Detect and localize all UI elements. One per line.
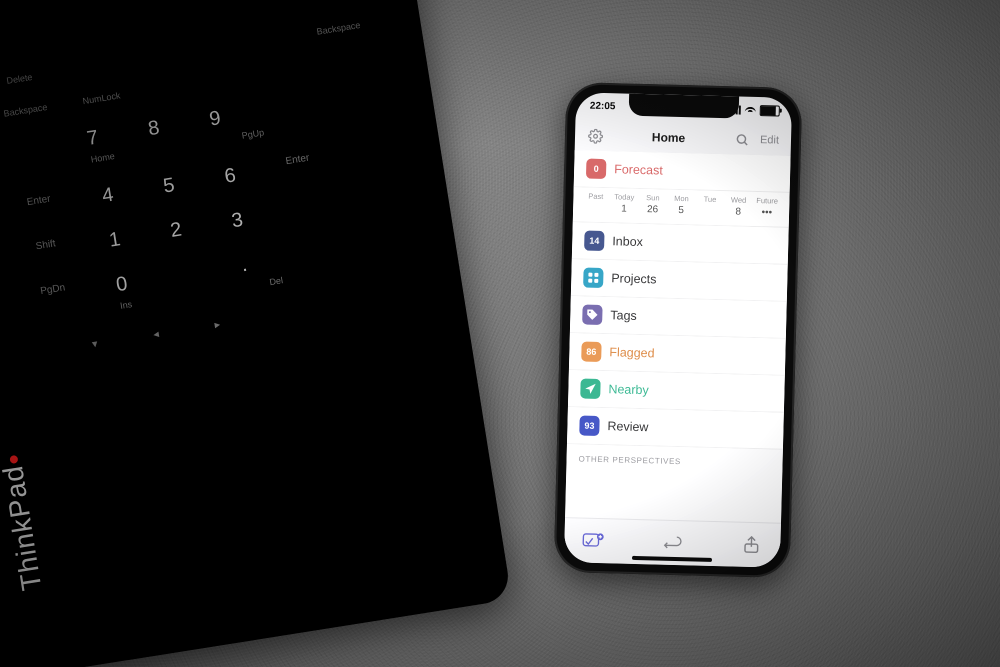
- thinkpad-logo: ThinkPad: [0, 453, 48, 593]
- perspective-badge: 14: [584, 231, 605, 252]
- phone-screen: 22:05 Home Edit: [564, 92, 792, 567]
- forecast-day[interactable]: Mon5: [667, 194, 696, 217]
- share-icon[interactable]: [740, 535, 763, 556]
- perspective-badge: 93: [579, 415, 600, 436]
- perspective-label: Review: [607, 419, 648, 434]
- status-time: 22:05: [590, 101, 616, 113]
- search-icon[interactable]: [734, 131, 750, 147]
- forecast-badge: 0: [586, 159, 607, 180]
- laptop-surface: DeleteBackspace BackspaceNumLock 789 Hom…: [0, 0, 496, 667]
- forecast-day[interactable]: Wed8: [724, 195, 753, 218]
- perspective-projects[interactable]: Projects: [571, 259, 788, 302]
- perspective-forecast[interactable]: 0 Forecast: [574, 150, 791, 193]
- edit-button[interactable]: Edit: [760, 134, 779, 146]
- desk-scene: DeleteBackspace BackspaceNumLock 789 Hom…: [0, 0, 1000, 667]
- forecast-day[interactable]: Tue: [695, 194, 724, 217]
- forecast-day[interactable]: Future•••: [752, 196, 781, 219]
- laptop: DeleteBackspace BackspaceNumLock 789 Hom…: [0, 0, 512, 667]
- perspective-badge: [582, 304, 603, 325]
- phone-device: 22:05 Home Edit: [554, 82, 803, 578]
- forecast-label: Forecast: [614, 162, 663, 177]
- other-perspectives-header: OTHER PERSPECTIVES: [566, 444, 783, 473]
- undo-icon[interactable]: [661, 533, 684, 554]
- perspective-badge: [580, 378, 601, 399]
- perspective-label: Tags: [610, 308, 637, 323]
- settings-icon[interactable]: [587, 128, 603, 144]
- forecast-day[interactable]: Today1: [610, 192, 639, 215]
- perspective-review[interactable]: 93 Review: [567, 407, 784, 450]
- perspective-nearby[interactable]: Nearby: [568, 370, 785, 413]
- perspective-badge: [583, 268, 604, 289]
- nav-title: Home: [652, 130, 686, 145]
- perspectives-list[interactable]: 0 Forecast PastToday1Sun26Mon5TueWed8Fut…: [565, 150, 791, 524]
- forecast-days[interactable]: PastToday1Sun26Mon5TueWed8Future•••: [573, 187, 790, 228]
- wifi-icon: [745, 106, 756, 114]
- perspective-label: Flagged: [609, 345, 655, 360]
- perspective-tags[interactable]: Tags: [570, 296, 787, 339]
- phone-notch: [629, 94, 740, 119]
- perspective-label: Nearby: [608, 382, 649, 397]
- perspective-badge: 86: [581, 341, 602, 362]
- perspective-label: Inbox: [612, 234, 643, 249]
- forecast-day[interactable]: Sun26: [638, 193, 667, 216]
- perspective-inbox[interactable]: 14 Inbox: [572, 222, 789, 265]
- forecast-day[interactable]: Past: [581, 191, 610, 214]
- battery-icon: [760, 105, 780, 117]
- numpad-keys: DeleteBackspace BackspaceNumLock 789 Hom…: [0, 19, 428, 474]
- perspective-flagged[interactable]: 86 Flagged: [569, 333, 786, 376]
- perspective-label: Projects: [611, 271, 657, 286]
- new-inbox-icon[interactable]: [582, 531, 605, 552]
